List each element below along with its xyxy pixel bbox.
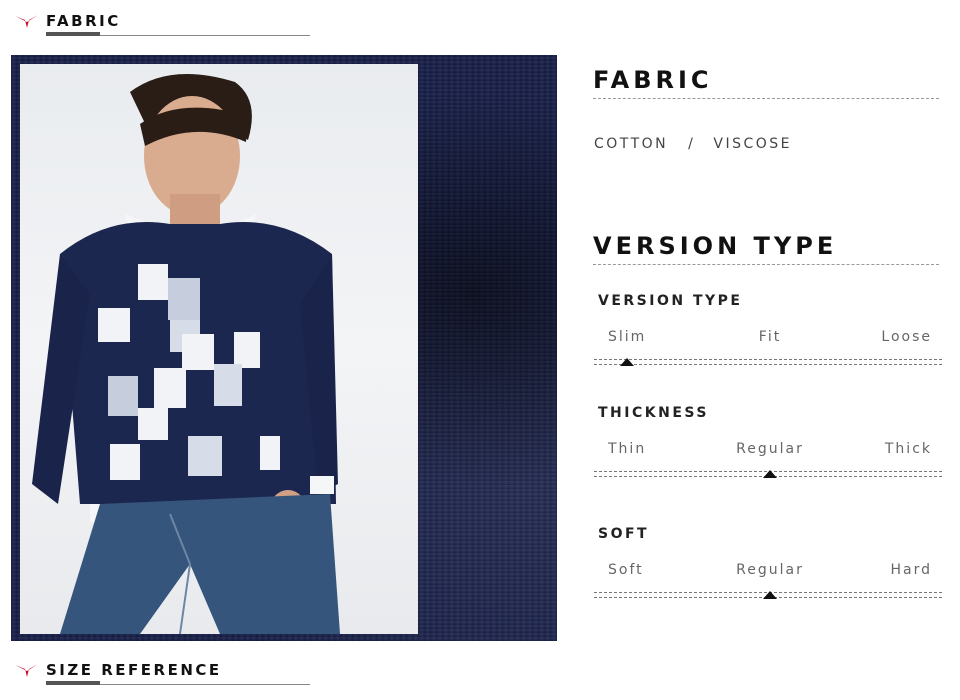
scale-option-regular: Regular: [736, 441, 804, 457]
scale-option-thin: Thin: [608, 441, 647, 457]
scale-option-thick: Thick: [884, 441, 932, 457]
size-reference-section-header: SIZE REFERENCE: [14, 661, 314, 687]
scale-labels-thickness: Thin Regular Thick: [608, 441, 932, 459]
scale-title-version-type: VERSION TYPE: [598, 293, 743, 309]
fabric-section-header: FABRIC: [14, 12, 314, 38]
version-type-heading: VERSION TYPE: [593, 232, 838, 260]
material-viscose: VISCOSE: [713, 136, 792, 152]
scale-option-fit: Fit: [758, 329, 782, 345]
scale-pointer-icon: [763, 591, 777, 599]
scale-title-thickness: THICKNESS: [598, 405, 709, 421]
scale-option-slim: Slim: [608, 329, 647, 345]
model-illustration: [32, 74, 340, 634]
scale-title-soft: SOFT: [598, 526, 650, 542]
size-reference-title: SIZE REFERENCE: [46, 661, 222, 679]
scale-track-version-type: [594, 359, 942, 365]
section-divider-accent: [46, 681, 100, 685]
material-cotton: COTTON: [594, 136, 669, 152]
scale-option-soft: Soft: [608, 562, 644, 578]
arrow-mark-icon: [15, 15, 38, 28]
material-list: COTTON / VISCOSE: [594, 136, 792, 152]
scale-labels-soft: Soft Regular Hard: [608, 562, 932, 580]
section-divider-accent: [46, 32, 100, 36]
scale-pointer-icon: [763, 470, 777, 478]
arrow-mark-icon: [15, 664, 38, 677]
version-heading-divider: [593, 264, 939, 265]
scale-pointer-icon: [620, 358, 635, 366]
material-separator: /: [688, 136, 696, 152]
fabric-heading: FABRIC: [593, 66, 713, 94]
product-photo-panel: [11, 55, 557, 641]
fabric-heading-divider: [593, 98, 939, 99]
scale-option-loose: Loose: [881, 329, 932, 345]
scale-option-regular: Regular: [736, 562, 804, 578]
fabric-section-title: FABRIC: [46, 12, 121, 30]
scale-labels-version-type: Slim Fit Loose: [608, 329, 932, 347]
scale-option-hard: Hard: [890, 562, 932, 578]
model-photo: [20, 64, 418, 634]
